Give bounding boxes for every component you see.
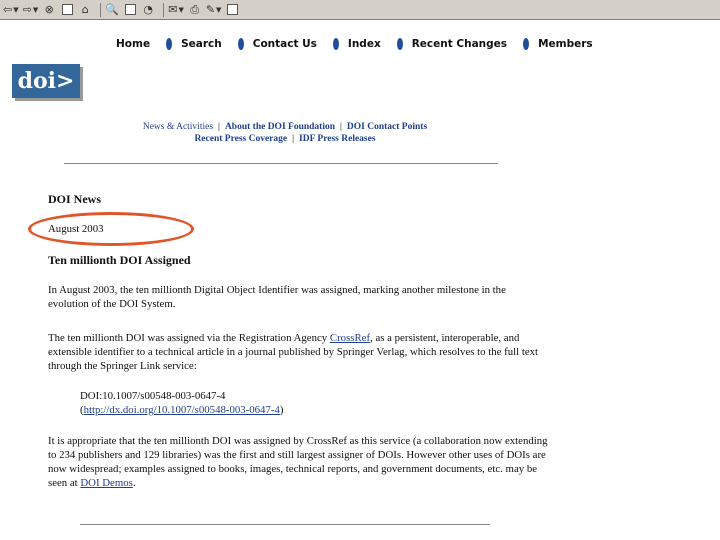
stop-icon[interactable]: ⊗	[42, 2, 56, 18]
doi-link-close-paren: )	[279, 404, 284, 416]
paragraph-1-text: In August 2003, the ten millionth Digita…	[48, 284, 506, 310]
back-icon[interactable]: ⇦ ▼	[3, 2, 19, 18]
history-icon[interactable]: ◔	[141, 2, 155, 18]
link-separator: |	[218, 122, 220, 132]
doi-demos-link[interactable]: DOI Demos	[80, 477, 132, 489]
paragraph-2: The ten millionth DOI was assigned via t…	[48, 331, 548, 373]
news-heading-block: DOI News	[48, 192, 548, 206]
link-recent-press-coverage[interactable]: Recent Press Coverage	[194, 134, 287, 144]
sub-navigation: News & Activities | About the DOI Foundati…	[110, 121, 460, 145]
link-separator: |	[292, 134, 295, 144]
refresh-icon[interactable]	[60, 2, 74, 18]
headline-block: Ten millionth DOI Assigned	[48, 253, 548, 267]
toolbar-separator	[100, 2, 102, 17]
nav-bullet-icon	[523, 38, 530, 50]
sub-links-row-2: Recent Press Coverage | IDF Press Releases	[110, 133, 460, 145]
crossref-link[interactable]: CrossRef	[330, 332, 370, 344]
doi-resolver-link[interactable]: http://dx.doi.org/10.1007/s00548-003-064…	[84, 404, 280, 416]
nav-bullet-icon	[166, 38, 173, 50]
divider-bottom	[80, 524, 490, 525]
favorites-icon[interactable]	[123, 2, 137, 18]
nav-search[interactable]: Search	[181, 38, 222, 50]
nav-bullet-icon	[396, 38, 403, 50]
nav-bullet-icon	[332, 38, 339, 50]
link-about-doi-foundation[interactable]: About the DOI Foundation	[225, 122, 335, 132]
nav-recent-changes[interactable]: Recent Changes	[412, 38, 507, 50]
search-icon[interactable]: 🔍	[105, 2, 119, 18]
doi-logo[interactable]: doi>	[12, 64, 80, 98]
link-doi-contact-points[interactable]: DOI Contact Points	[347, 122, 427, 132]
link-idf-press-releases[interactable]: IDF Press Releases	[299, 134, 376, 144]
paragraph-1: In August 2003, the ten millionth Digita…	[48, 283, 548, 311]
mail-icon[interactable]: ✉ ▼	[168, 2, 184, 18]
nav-contact-us[interactable]: Contact Us	[253, 38, 317, 50]
home-icon[interactable]: ⌂	[78, 2, 92, 18]
site-navigation: Home Search Contact Us Index Recent Chan…	[116, 38, 609, 50]
browser-toolbar: ⇦ ▼ ⇨ ▼ ⊗ ⌂ 🔍 ◔ ✉ ▼ ⎙ ✎ ▼	[0, 0, 720, 20]
nav-members[interactable]: Members	[538, 38, 593, 50]
news-headline: Ten millionth DOI Assigned	[48, 253, 191, 267]
link-separator: |	[340, 122, 342, 132]
news-heading: DOI News	[48, 192, 101, 206]
divider-top	[64, 163, 498, 164]
paragraph-3-text-after: .	[132, 477, 136, 489]
doi-identifier: DOI:10.1007/s00548-003-0647-4	[80, 390, 226, 402]
nav-bullet-icon	[237, 38, 244, 50]
discuss-icon[interactable]	[225, 2, 239, 18]
paragraph-3: It is appropriate that the ten millionth…	[48, 434, 548, 490]
link-news-activities[interactable]: News & Activities	[143, 122, 213, 132]
nav-index[interactable]: Index	[348, 38, 381, 50]
nav-home[interactable]: Home	[116, 38, 150, 50]
date-highlight-ellipse	[28, 212, 194, 246]
forward-icon[interactable]: ⇨ ▼	[23, 2, 39, 18]
edit-icon[interactable]: ✎ ▼	[206, 2, 222, 18]
doi-link-line: (http://dx.doi.org/10.1007/s00548-003-06…	[80, 403, 540, 417]
sub-links-row-1: News & Activities | About the DOI Foundati…	[110, 121, 460, 133]
toolbar-separator	[163, 2, 165, 17]
paragraph-2-text-before: The ten millionth DOI was assigned via t…	[48, 332, 330, 344]
print-icon[interactable]: ⎙	[188, 2, 202, 18]
doi-block: DOI:10.1007/s00548-003-0647-4 (http://dx…	[80, 389, 540, 417]
